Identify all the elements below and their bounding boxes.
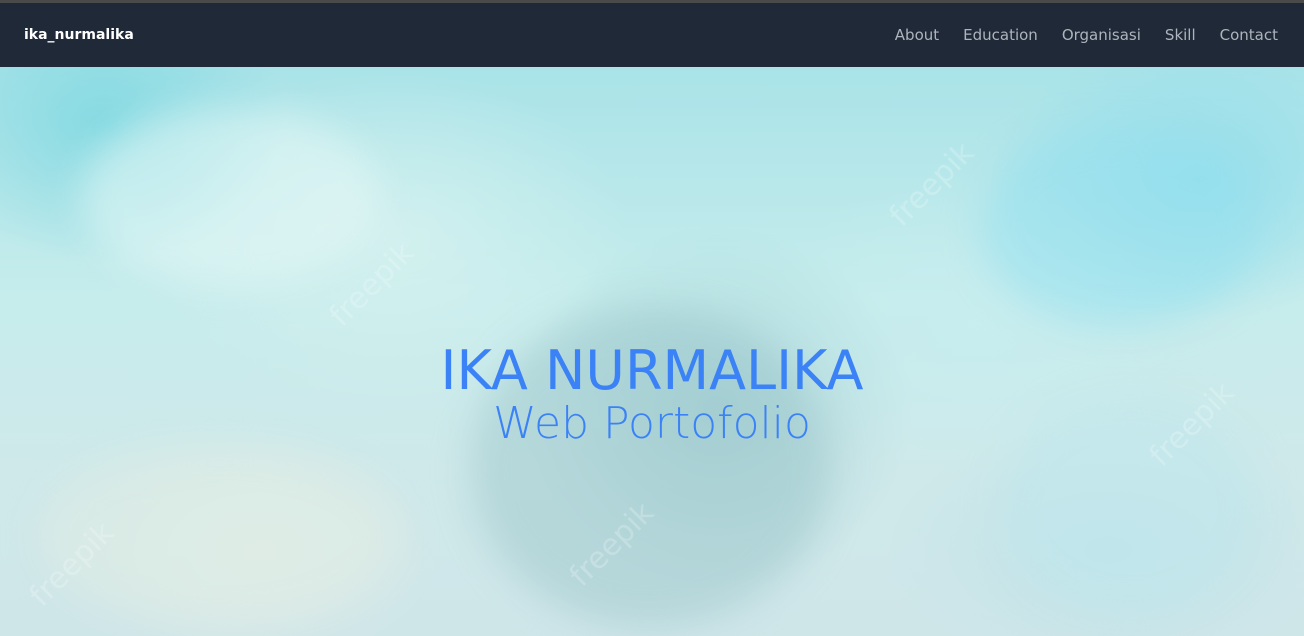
nav-link-contact[interactable]: Contact <box>1220 26 1278 44</box>
brand-link[interactable]: ika_nurmalika <box>24 3 134 67</box>
nav-link-organisasi[interactable]: Organisasi <box>1062 26 1141 44</box>
hero-background-blob <box>980 127 1260 327</box>
nav-link-about[interactable]: About <box>895 26 939 44</box>
hero-title: IKA NURMALIKA <box>440 339 864 402</box>
hero-section: freepik freepik freepik freepik freepik … <box>0 67 1304 636</box>
nav-links: About Education Organisasi Skill Contact <box>895 3 1278 67</box>
watermark-text: freepik <box>882 135 982 234</box>
nav-link-education[interactable]: Education <box>963 26 1038 44</box>
navbar: ika_nurmalika About Education Organisasi… <box>0 3 1304 67</box>
nav-link-skill[interactable]: Skill <box>1165 26 1196 44</box>
hero-subtitle: Web Portofolio <box>493 398 811 449</box>
hero-background-blob <box>80 107 380 287</box>
